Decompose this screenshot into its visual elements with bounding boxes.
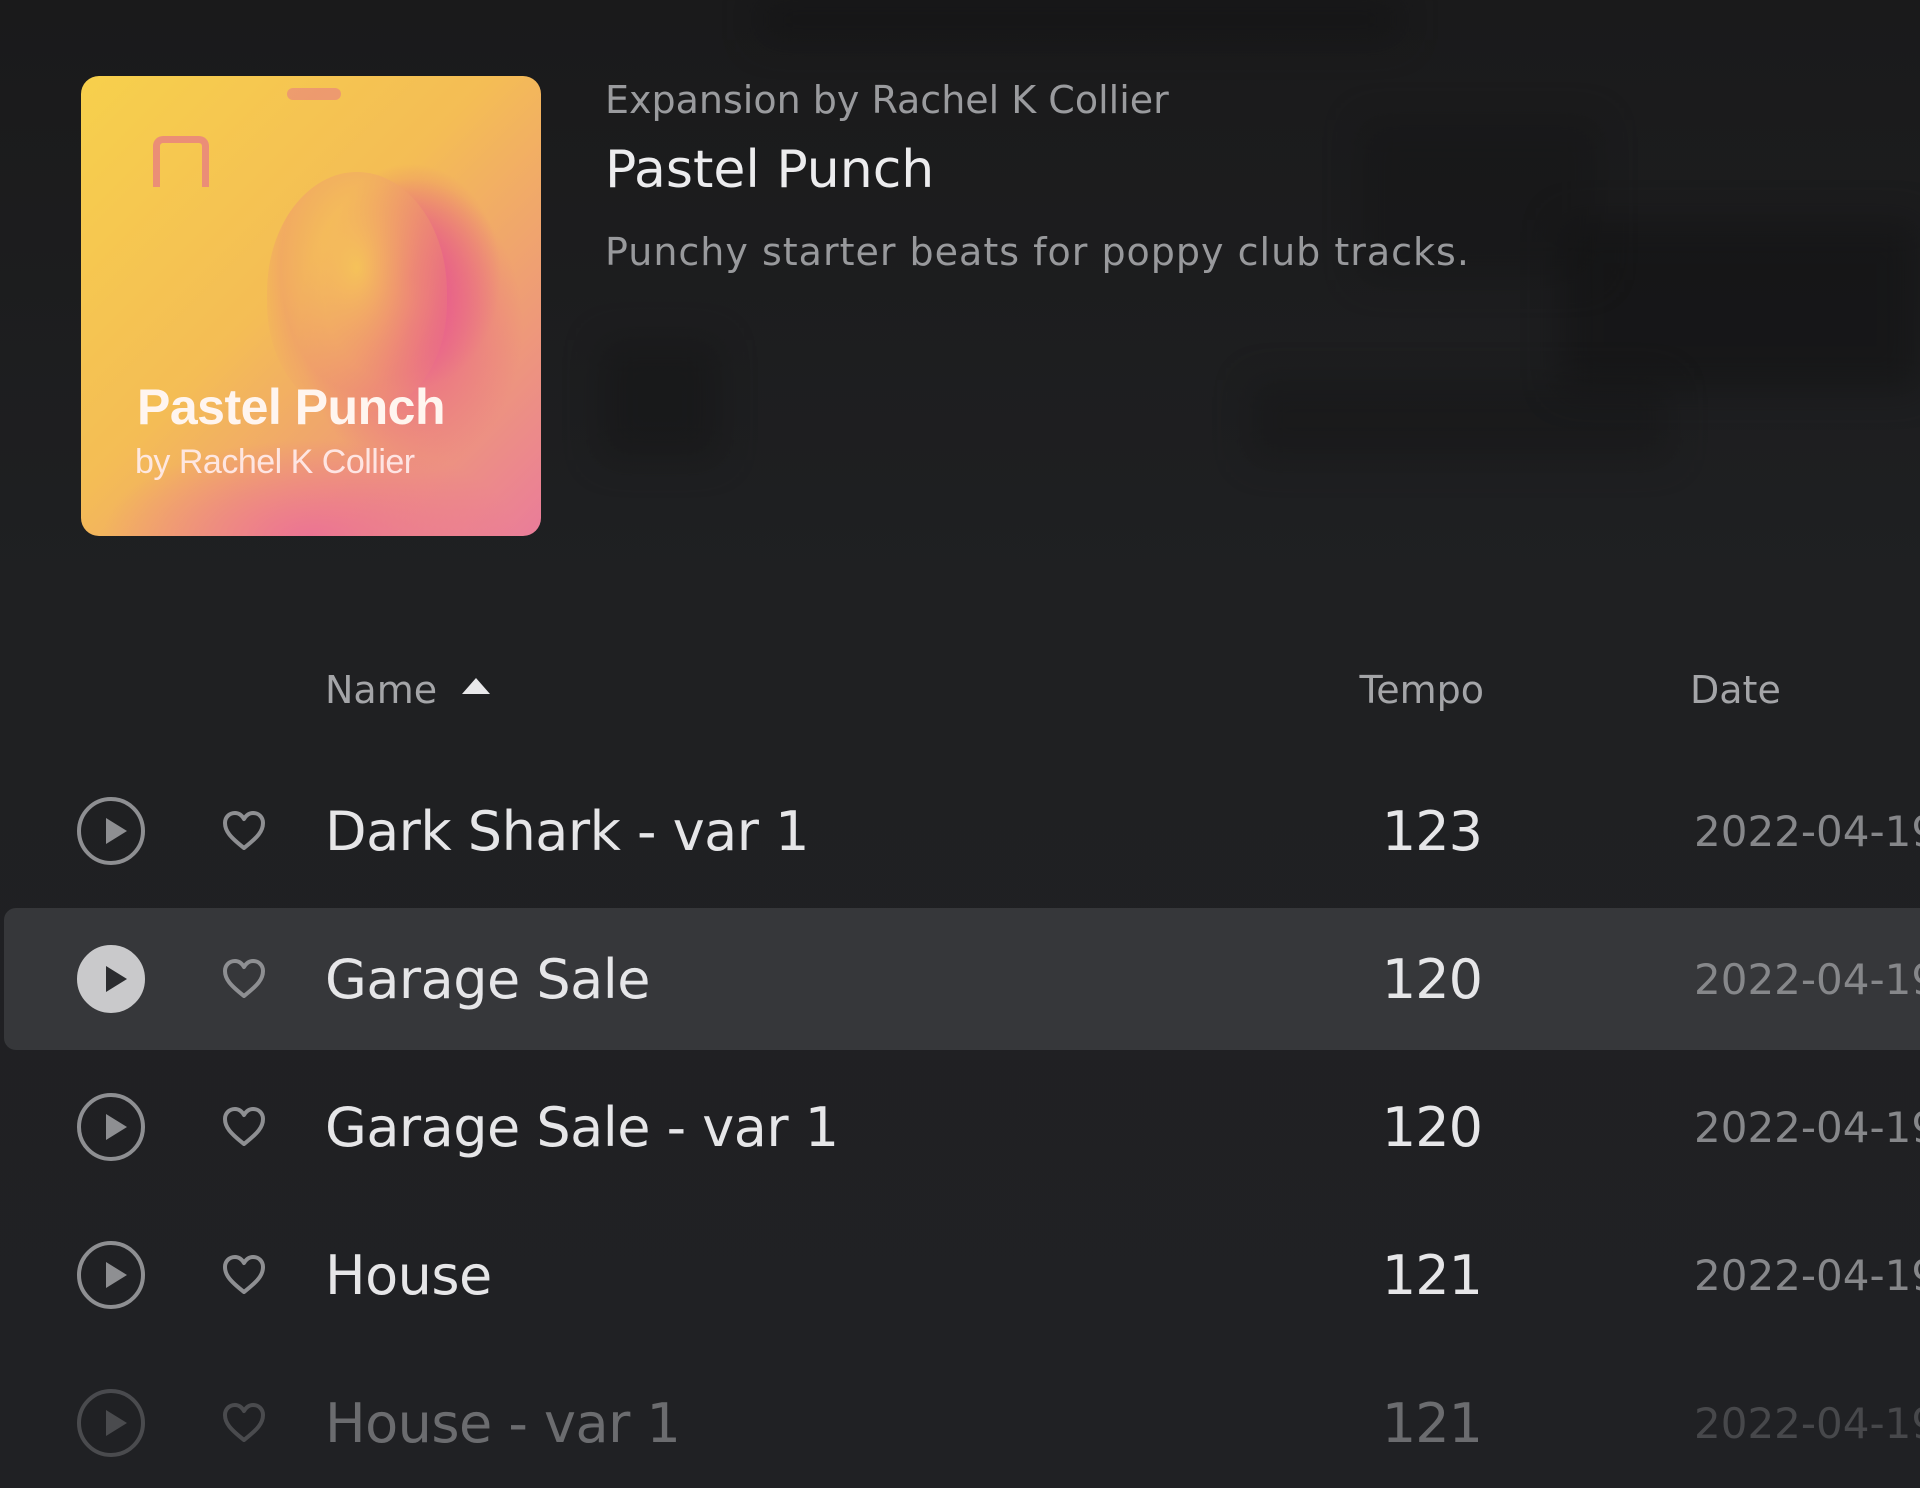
play-icon: [106, 1114, 127, 1140]
track-date: 2022-04-19: [1694, 1399, 1920, 1448]
favorite-button[interactable]: [220, 1399, 268, 1447]
favorite-button[interactable]: [220, 1251, 268, 1299]
heart-outline-icon: [223, 811, 265, 850]
cover-decoration: [153, 136, 209, 187]
cover-title: Pastel Punch: [137, 379, 446, 435]
track-row-selected[interactable]: Garage Sale 120 2022-04-19: [4, 908, 1920, 1050]
pack-title: Pastel Punch: [605, 140, 935, 200]
track-date: 2022-04-19: [1694, 807, 1920, 856]
pack-detail-view: Pastel Punch by Rachel K Collier Expansi…: [0, 0, 1920, 1488]
track-tempo: 121: [1381, 1244, 1483, 1307]
expansion-byline: Expansion by Rachel K Collier: [605, 78, 1169, 122]
track-tempo: 120: [1381, 1096, 1483, 1159]
date-column-header[interactable]: Date: [1690, 668, 1781, 712]
heart-outline-icon: [223, 959, 265, 998]
track-name: House - var 1: [325, 1392, 681, 1455]
heart-outline-icon: [223, 1255, 265, 1294]
tempo-column-header[interactable]: Tempo: [1359, 668, 1484, 712]
pack-cover-art: Pastel Punch by Rachel K Collier: [81, 76, 541, 536]
track-name: Garage Sale: [325, 948, 651, 1011]
track-name: House: [325, 1244, 492, 1307]
track-row[interactable]: Garage Sale - var 1 120 2022-04-19: [4, 1056, 1920, 1198]
track-row[interactable]: House - var 1 121 2022-04-19: [4, 1352, 1920, 1488]
track-row[interactable]: House 121 2022-04-19: [4, 1204, 1920, 1346]
name-column-header[interactable]: Name: [325, 668, 437, 712]
column-header: Name Tempo Date: [0, 660, 1920, 720]
play-icon: [106, 1262, 127, 1288]
track-name: Dark Shark - var 1: [325, 800, 809, 863]
track-date: 2022-04-19: [1694, 955, 1920, 1004]
play-icon: [106, 966, 127, 992]
play-button[interactable]: [77, 1389, 145, 1457]
heart-outline-icon: [223, 1403, 265, 1442]
cover-subtitle: by Rachel K Collier: [135, 443, 415, 481]
pack-description: Punchy starter beats for poppy club trac…: [605, 230, 1470, 274]
play-icon: [106, 818, 127, 844]
sort-ascending-icon[interactable]: [462, 678, 490, 694]
play-button[interactable]: [77, 1093, 145, 1161]
play-button[interactable]: [77, 1241, 145, 1309]
track-name: Garage Sale - var 1: [325, 1096, 839, 1159]
play-button[interactable]: [77, 797, 145, 865]
track-tempo: 123: [1381, 800, 1483, 863]
favorite-button[interactable]: [220, 807, 268, 855]
favorite-button[interactable]: [220, 955, 268, 1003]
play-icon: [106, 1410, 127, 1436]
track-date: 2022-04-19: [1694, 1103, 1920, 1152]
cover-decoration: [287, 88, 341, 100]
cover-portrait: [267, 172, 447, 412]
track-tempo: 121: [1381, 1392, 1483, 1455]
track-row[interactable]: Dark Shark - var 1 123 2022-04-19: [4, 760, 1920, 902]
track-date: 2022-04-19: [1694, 1251, 1920, 1300]
favorite-button[interactable]: [220, 1103, 268, 1151]
play-button[interactable]: [77, 945, 145, 1013]
track-tempo: 120: [1381, 948, 1483, 1011]
heart-outline-icon: [223, 1107, 265, 1146]
